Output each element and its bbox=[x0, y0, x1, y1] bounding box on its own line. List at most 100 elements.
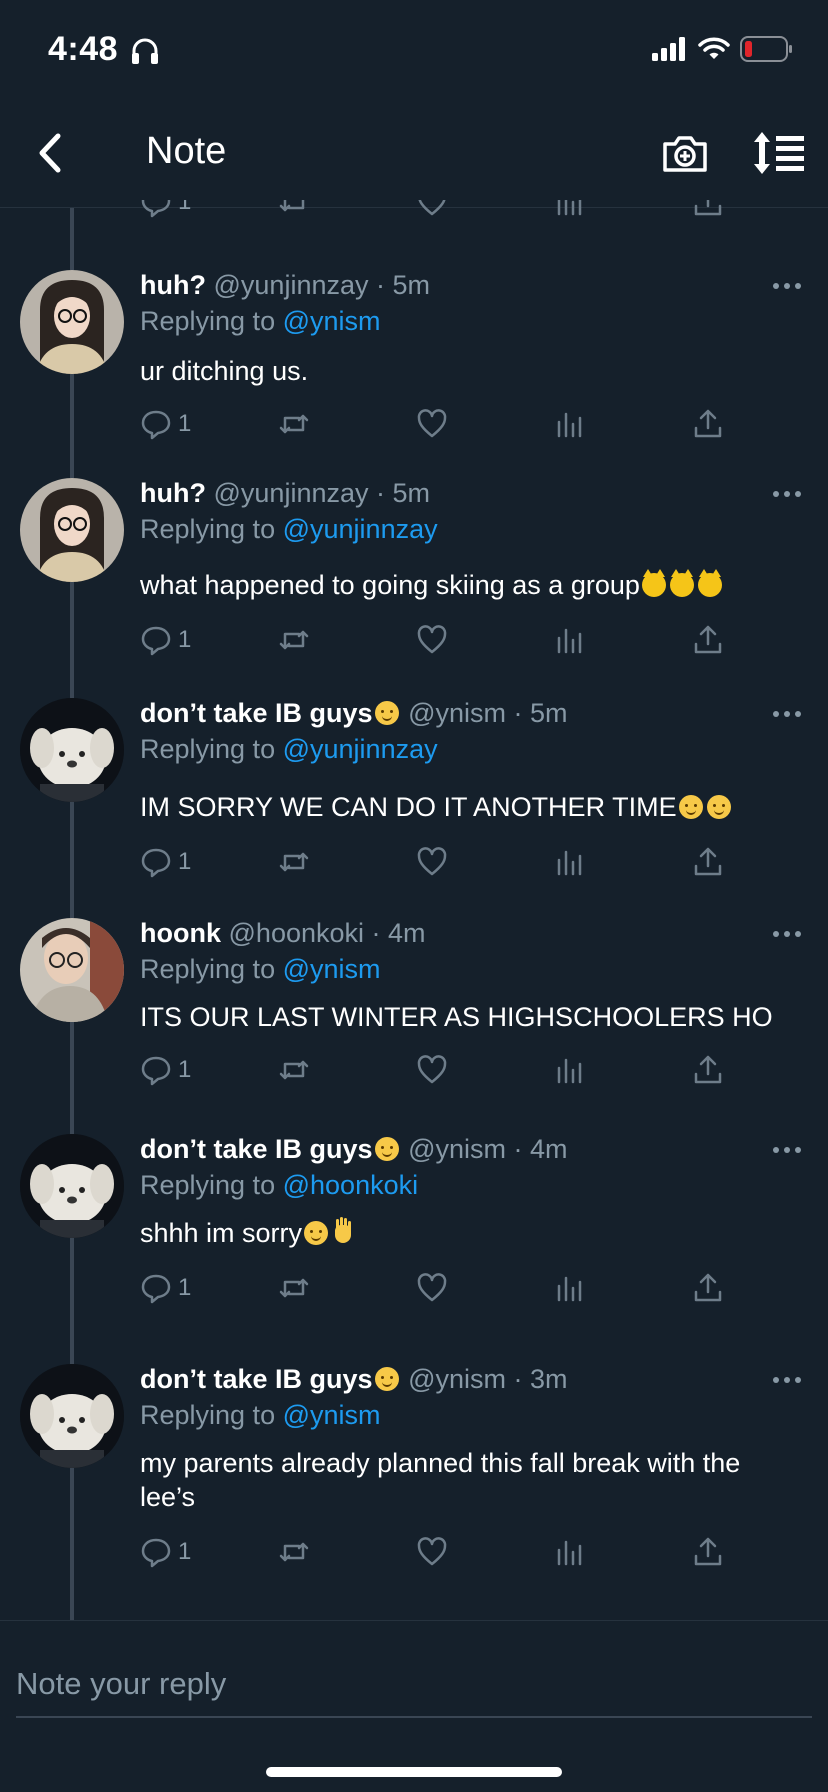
share-icon bbox=[694, 1055, 722, 1084]
avatar[interactable] bbox=[20, 918, 124, 1022]
retweet-button[interactable] bbox=[278, 620, 310, 660]
like-button[interactable] bbox=[416, 404, 448, 444]
replying-prefix: Replying to bbox=[140, 1400, 276, 1430]
tweet[interactable]: huh? @yunjinnzay · 5m Replying to @ynism u… bbox=[0, 270, 828, 444]
analytics-button[interactable] bbox=[554, 404, 586, 444]
share-button[interactable] bbox=[692, 404, 724, 444]
tweet-actions: 1 bbox=[0, 404, 828, 444]
display-name[interactable]: huh? bbox=[140, 270, 206, 300]
reply-button[interactable]: 1 bbox=[140, 842, 191, 882]
sort-list-icon[interactable] bbox=[752, 128, 806, 178]
reply-input[interactable] bbox=[16, 1659, 796, 1709]
tweet[interactable]: don’t take IB guys @ynism · 4m Replying t… bbox=[0, 1134, 828, 1308]
tweet-header: hoonk @hoonkoki · 4m bbox=[140, 918, 426, 949]
display-name[interactable]: don’t take IB guys bbox=[140, 698, 373, 728]
more-options-icon[interactable] bbox=[772, 280, 802, 292]
reply-button[interactable]: 1 bbox=[140, 1268, 191, 1308]
display-name[interactable]: don’t take IB guys bbox=[140, 1364, 373, 1394]
retweet-button[interactable] bbox=[278, 1268, 310, 1308]
share-button[interactable] bbox=[692, 200, 724, 222]
timestamp: · 5m bbox=[376, 270, 431, 300]
retweet-button[interactable] bbox=[278, 1532, 310, 1572]
like-button[interactable] bbox=[416, 200, 448, 222]
reply-button[interactable]: 1 bbox=[140, 200, 191, 222]
analytics-button[interactable] bbox=[554, 842, 586, 882]
share-icon bbox=[694, 409, 722, 438]
analytics-button[interactable] bbox=[554, 1532, 586, 1572]
retweet-button[interactable] bbox=[278, 200, 310, 222]
mention-link[interactable]: @hoonkoki bbox=[283, 1170, 419, 1200]
retweet-icon bbox=[279, 1542, 309, 1562]
analytics-button[interactable] bbox=[554, 200, 586, 222]
share-button[interactable] bbox=[692, 1268, 724, 1308]
display-name[interactable]: huh? bbox=[140, 478, 206, 508]
reply-button[interactable]: 1 bbox=[140, 1050, 191, 1090]
share-icon bbox=[694, 847, 722, 876]
tweet[interactable]: don’t take IB guys @ynism · 5m Replying t… bbox=[0, 698, 828, 882]
more-options-icon[interactable] bbox=[772, 1374, 802, 1386]
tweet[interactable]: hoonk @hoonkoki · 4m Replying to @ynism IT… bbox=[0, 918, 828, 1090]
analytics-button[interactable] bbox=[554, 1268, 586, 1308]
like-button[interactable] bbox=[416, 1268, 448, 1308]
tweet-actions: 1 bbox=[0, 620, 828, 660]
like-button[interactable] bbox=[416, 842, 448, 882]
analytics-button[interactable] bbox=[554, 1050, 586, 1090]
analytics-icon bbox=[557, 1058, 582, 1084]
display-name[interactable]: hoonk bbox=[140, 918, 221, 948]
camera-plus-icon[interactable] bbox=[660, 128, 710, 178]
retweet-button[interactable] bbox=[278, 404, 310, 444]
reply-button[interactable]: 1 bbox=[140, 620, 191, 660]
more-options-icon[interactable] bbox=[772, 928, 802, 940]
avatar[interactable] bbox=[20, 270, 124, 374]
like-button[interactable] bbox=[416, 620, 448, 660]
share-button[interactable] bbox=[692, 620, 724, 660]
more-options-icon[interactable] bbox=[772, 1144, 802, 1156]
analytics-icon bbox=[557, 200, 582, 216]
handle[interactable]: @hoonkoki bbox=[229, 918, 365, 948]
battery-low-icon bbox=[740, 36, 792, 62]
avatar[interactable] bbox=[20, 1364, 124, 1468]
more-options-icon[interactable] bbox=[772, 708, 802, 720]
share-button[interactable] bbox=[692, 842, 724, 882]
avatar[interactable] bbox=[20, 698, 124, 802]
analytics-icon bbox=[557, 850, 582, 876]
more-options-icon[interactable] bbox=[772, 488, 802, 500]
mention-link[interactable]: @yunjinnzay bbox=[283, 734, 438, 764]
handle[interactable]: @ynism bbox=[408, 698, 506, 728]
share-button[interactable] bbox=[692, 1532, 724, 1572]
replying-prefix: Replying to bbox=[140, 734, 276, 764]
share-button[interactable] bbox=[692, 1050, 724, 1090]
reply-count: 1 bbox=[178, 410, 192, 437]
home-indicator[interactable] bbox=[266, 1767, 562, 1777]
tweet[interactable]: don’t take IB guys @ynism · 3m Replying t… bbox=[0, 1364, 828, 1572]
tweet[interactable]: huh? @yunjinnzay · 5m Replying to @yunjin… bbox=[0, 478, 828, 660]
replying-to: Replying to @ynism bbox=[140, 1400, 381, 1431]
confounded-face-emoji bbox=[374, 701, 399, 725]
heart-icon bbox=[417, 1273, 447, 1302]
reply-button[interactable]: 1 bbox=[140, 1532, 191, 1572]
handle[interactable]: @ynism bbox=[408, 1134, 506, 1164]
replying-prefix: Replying to bbox=[140, 954, 276, 984]
handle[interactable]: @yunjinnzay bbox=[214, 478, 369, 508]
like-button[interactable] bbox=[416, 1050, 448, 1090]
reply-button[interactable]: 1 bbox=[140, 404, 191, 444]
mention-link[interactable]: @yunjinnzay bbox=[283, 514, 438, 544]
tweet-header: don’t take IB guys @ynism · 4m bbox=[140, 1134, 568, 1165]
mention-link[interactable]: @ynism bbox=[283, 1400, 381, 1430]
handle[interactable]: @ynism bbox=[408, 1364, 506, 1394]
mention-link[interactable]: @ynism bbox=[283, 954, 381, 984]
handle[interactable]: @yunjinnzay bbox=[214, 270, 369, 300]
retweet-button[interactable] bbox=[278, 1050, 310, 1090]
reply-count: 1 bbox=[178, 1056, 192, 1083]
display-name[interactable]: don’t take IB guys bbox=[140, 1134, 373, 1164]
status-time: 4:48 bbox=[48, 30, 119, 68]
status-bar: 4:48 bbox=[0, 0, 828, 100]
avatar[interactable] bbox=[20, 478, 124, 582]
timestamp: · 5m bbox=[513, 698, 568, 728]
mention-link[interactable]: @ynism bbox=[283, 306, 381, 336]
analytics-button[interactable] bbox=[554, 620, 586, 660]
retweet-button[interactable] bbox=[278, 842, 310, 882]
back-chevron-icon[interactable] bbox=[26, 128, 76, 178]
avatar[interactable] bbox=[20, 1134, 124, 1238]
like-button[interactable] bbox=[416, 1532, 448, 1572]
